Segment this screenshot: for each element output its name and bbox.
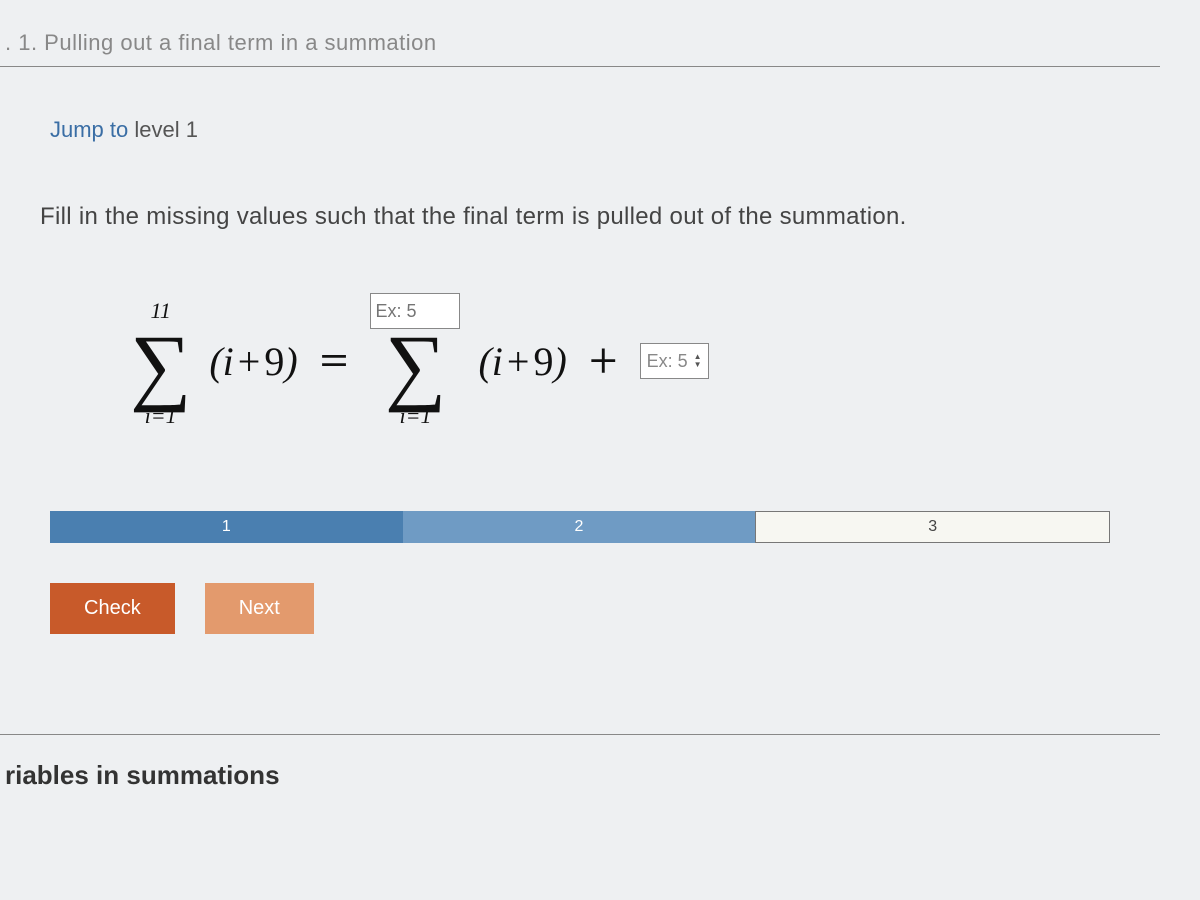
sigma-icon: ∑: [130, 327, 191, 404]
plus-icon: +: [234, 339, 265, 384]
next-section-heading: riables in summations: [5, 760, 1160, 791]
check-button[interactable]: Check: [50, 583, 175, 634]
rhs-lower-limit: i=1: [399, 405, 431, 427]
divider-top: [0, 66, 1160, 67]
progress-step-2[interactable]: 2: [403, 511, 756, 543]
question-prompt: Fill in the missing values such that the…: [40, 203, 1160, 231]
jump-prefix: Jump to: [50, 117, 128, 142]
equation: 11 ∑ i=1 (i+9) = ∑ i=1 (i+9) + Ex: 5 ▲ ▼: [130, 271, 1160, 451]
lhs-const: 9: [264, 339, 284, 384]
progress-bar: 1 2 3: [50, 511, 1110, 543]
button-row: Check Next: [50, 583, 1160, 634]
lhs-term: (i+9): [209, 338, 297, 385]
final-term-input[interactable]: Ex: 5 ▲ ▼: [640, 343, 709, 379]
equals-sign: =: [316, 336, 353, 386]
divider-bottom: [0, 734, 1160, 735]
plus-sign: +: [585, 336, 622, 386]
next-button[interactable]: Next: [205, 583, 314, 634]
chevron-down-icon[interactable]: ▼: [694, 361, 702, 369]
rhs-var: i: [492, 339, 503, 384]
jump-level-label: level 1: [134, 117, 198, 142]
jump-to-level-link[interactable]: Jump to level 1: [50, 117, 198, 143]
stepper-arrows-icon[interactable]: ▲ ▼: [694, 353, 702, 369]
header-fragment: . 1. Pulling out a final term in a summa…: [5, 30, 1160, 56]
lhs-summation: 11 ∑ i=1: [130, 295, 191, 426]
rhs-const: 9: [533, 339, 553, 384]
progress-step-3[interactable]: 3: [755, 511, 1110, 543]
lhs-var: i: [223, 339, 234, 384]
progress-step-1[interactable]: 1: [50, 511, 403, 543]
plus-icon: +: [503, 339, 534, 384]
rhs-term: (i+9): [478, 338, 566, 385]
final-term-placeholder: Ex: 5: [647, 351, 688, 372]
rhs-summation: ∑ i=1: [370, 295, 460, 426]
sigma-icon: ∑: [385, 327, 446, 404]
lhs-lower-limit: i=1: [145, 405, 177, 427]
